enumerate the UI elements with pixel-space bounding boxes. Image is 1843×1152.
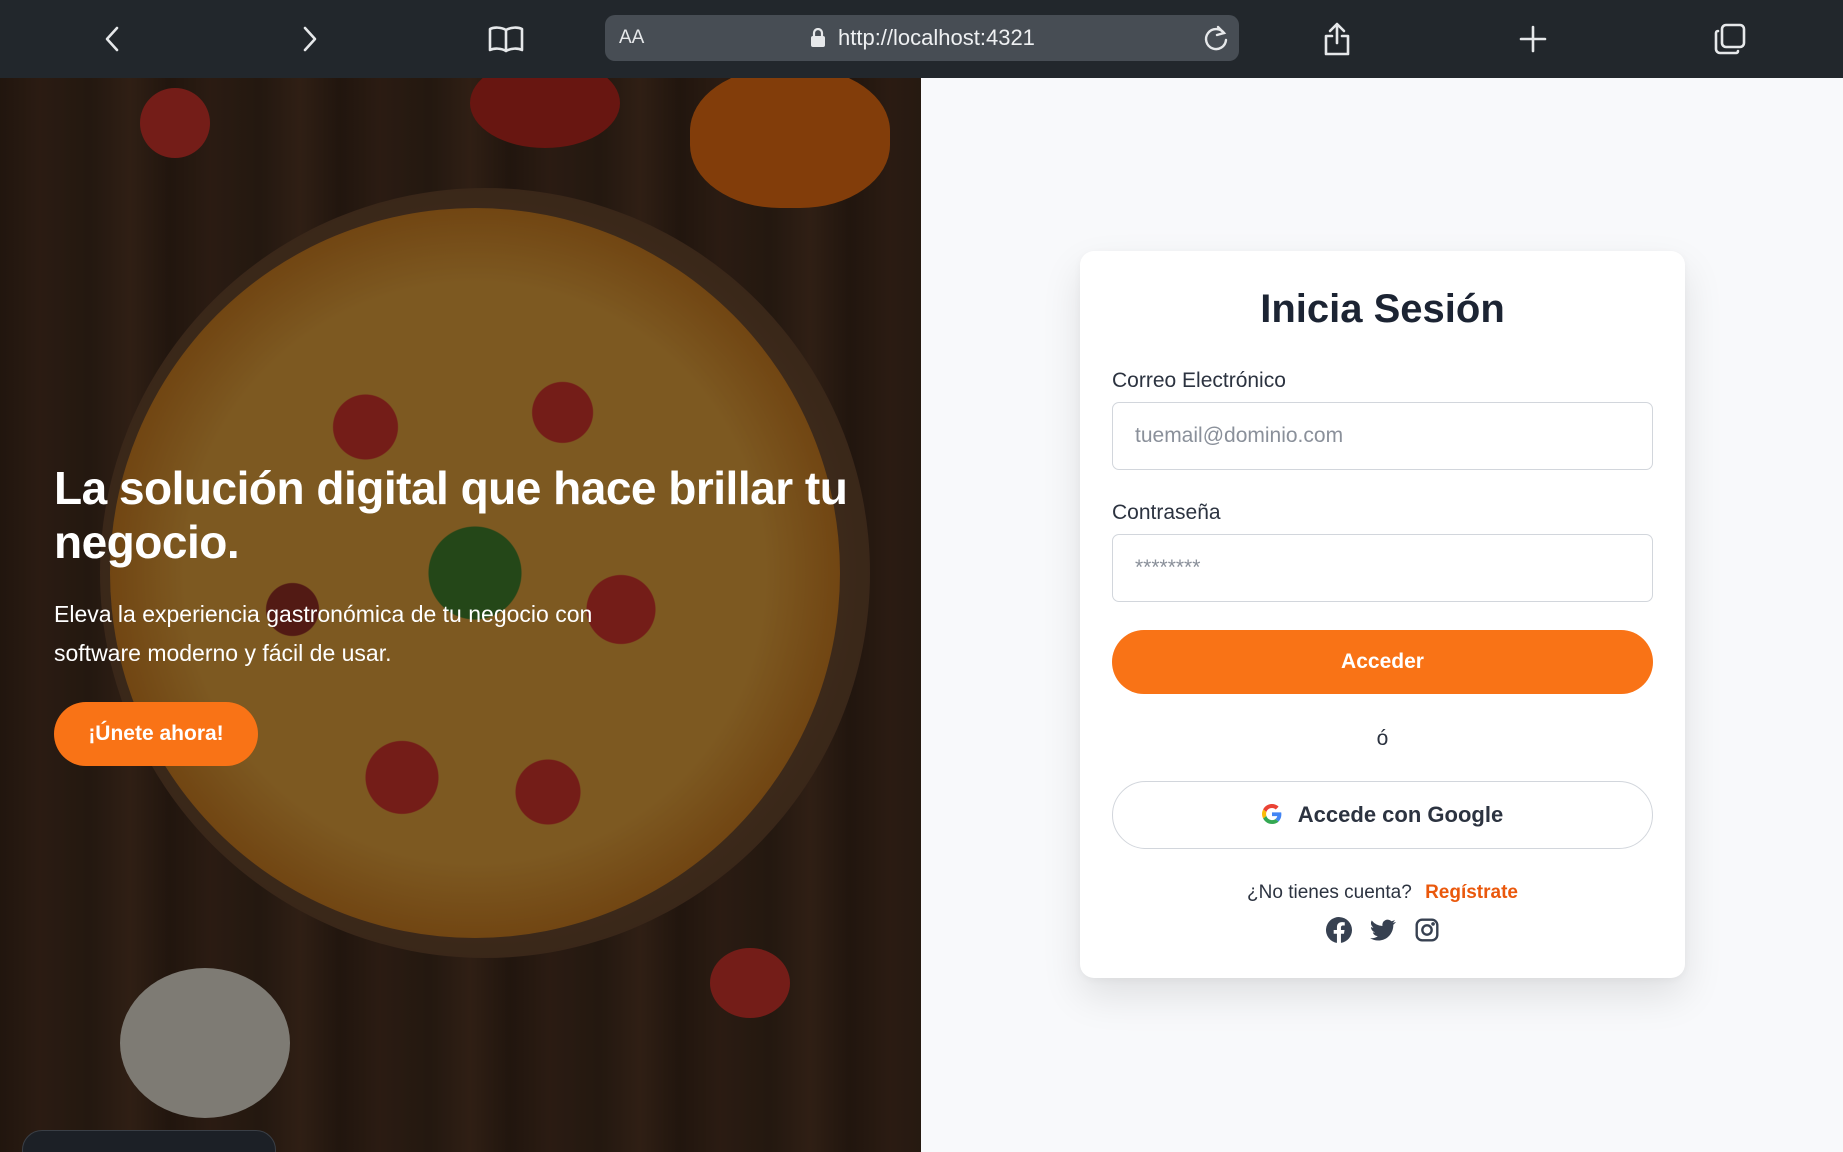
submit-button[interactable]: Acceder: [1112, 630, 1653, 694]
password-field[interactable]: [1112, 534, 1653, 602]
join-now-button[interactable]: ¡Únete ahora!: [54, 702, 258, 766]
instagram-icon[interactable]: [1414, 917, 1440, 943]
signup-prompt: ¿No tienes cuenta?: [1247, 882, 1412, 903]
facebook-icon[interactable]: [1325, 917, 1352, 943]
bookmarks-icon[interactable]: [481, 14, 531, 64]
google-login-button[interactable]: Accede con Google: [1112, 781, 1653, 849]
login-card: Inicia Sesión Correo Electrónico Contras…: [1080, 251, 1685, 978]
signup-row: ¿No tienes cuenta? Regístrate: [1080, 882, 1685, 904]
email-label: Correo Electrónico: [1112, 369, 1286, 392]
hero-title: La solución digital que hace brillar tu …: [54, 462, 848, 568]
or-divider: ó: [1376, 727, 1389, 750]
reload-icon[interactable]: [1201, 23, 1231, 53]
tabs-icon[interactable]: [1705, 14, 1755, 64]
new-tab-icon[interactable]: [1508, 14, 1558, 64]
social-links: [1080, 917, 1685, 943]
signup-link[interactable]: Regístrate: [1425, 882, 1518, 903]
email-field[interactable]: [1112, 402, 1653, 470]
mini-toolbar[interactable]: [22, 1130, 276, 1152]
google-icon: [1261, 803, 1282, 827]
hero-section: La solución digital que hace brillar tu …: [0, 78, 921, 1152]
forward-icon[interactable]: [284, 14, 334, 64]
login-title: Inicia Sesión: [1260, 287, 1505, 331]
share-icon[interactable]: [1312, 14, 1362, 64]
browser-toolbar: AA http://localhost:4321: [0, 0, 1843, 78]
twitter-icon[interactable]: [1369, 917, 1396, 943]
hero-subtitle: Eleva la experiencia gastronómica de tu …: [54, 601, 593, 666]
reader-aa-button[interactable]: AA: [619, 27, 644, 49]
url-text: http://localhost:4321: [838, 25, 1035, 50]
google-button-label: Accede con Google: [1297, 802, 1504, 827]
address-bar[interactable]: AA http://localhost:4321: [605, 15, 1239, 61]
lock-icon: [810, 27, 826, 53]
back-icon[interactable]: [88, 14, 138, 64]
password-label: Contraseña: [1112, 501, 1221, 524]
